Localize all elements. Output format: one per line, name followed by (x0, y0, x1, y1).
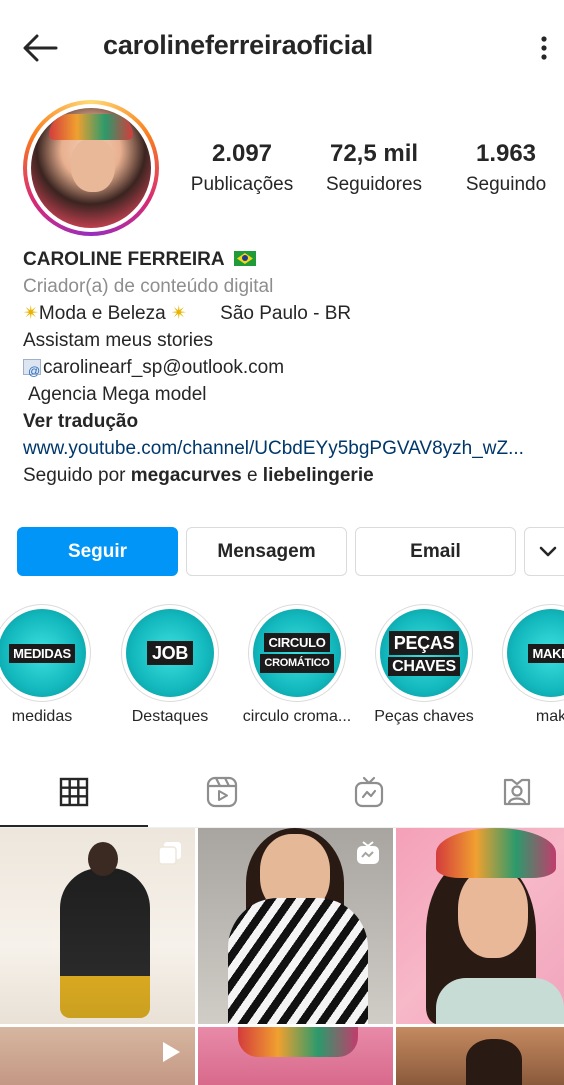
story-highlights: MEDIDAS medidas JOB Destaques CIRCULO CR… (0, 604, 564, 734)
email-button[interactable]: Email (355, 527, 516, 576)
tab-posts-grid[interactable] (3, 758, 144, 826)
post-thumbnail[interactable] (396, 828, 564, 1024)
carousel-icon (158, 842, 181, 865)
posts-stat[interactable]: 2.097 Publicações (182, 140, 302, 196)
more-options-button[interactable] (530, 30, 558, 66)
grid-icon (59, 777, 88, 807)
post-thumbnail[interactable] (198, 828, 393, 1024)
profile-website-link[interactable]: www.youtube.com/channel/UCbdEYy5bgPGVAV8… (23, 435, 553, 462)
bio-line-1: ✴Moda e Beleza ✴ São Paulo - BR (23, 300, 553, 327)
bio-agency: Agencia Mega model (28, 384, 207, 405)
followed-by-user-2: liebelingerie (262, 465, 374, 486)
igtv-icon (354, 776, 383, 808)
arrow-left-icon (23, 34, 58, 62)
highlight-cover: MEDIDAS (0, 609, 86, 697)
followed-by-line[interactable]: Seguido por megacurves e liebelingerie (23, 462, 553, 489)
posts-label: Publicações (190, 174, 294, 195)
igtv-icon (357, 841, 379, 864)
avatar (31, 108, 151, 228)
highlight-cover: JOB (126, 609, 214, 697)
highlight-cover: PEÇAS CHAVES (380, 609, 468, 697)
follow-button[interactable]: Seguir (17, 527, 178, 576)
profile-bio: CAROLINE FERREIRA Criador(a) de conteúdo… (23, 246, 553, 489)
post-thumbnail[interactable] (396, 1027, 564, 1085)
highlight-caption: medidas (11, 708, 73, 725)
profile-username-title: carolineferreiraoficial (103, 30, 374, 60)
posts-count: 2.097 (211, 140, 273, 167)
email-icon (23, 358, 41, 385)
highlight-cover-text: CROMÁTICO (260, 654, 334, 673)
bio-line-2: Assistam meus stories (23, 330, 214, 351)
posts-grid (0, 828, 564, 1085)
bio-email: carolinearf_sp@outlook.com (43, 357, 285, 378)
followers-stat[interactable]: 72,5 mil Seguidores (318, 140, 430, 196)
highlight-caption: Destaques (131, 708, 209, 725)
profile-category: Criador(a) de conteúdo digital (23, 276, 274, 297)
chevron-down-icon (539, 546, 557, 556)
message-button[interactable]: Mensagem (186, 527, 347, 576)
highlight-make[interactable]: MAKE mak (485, 604, 564, 726)
highlight-caption: circulo croma... (242, 708, 352, 725)
tagged-icon (503, 778, 530, 806)
story-ring[interactable] (23, 100, 159, 236)
highlight-cover-text: CIRCULO (264, 633, 330, 652)
sparkle-icon: ✴ (23, 303, 39, 324)
highlight-cover-text: MEDIDAS (9, 643, 75, 663)
highlight-cover: CIRCULO CROMÁTICO (253, 609, 341, 697)
profile-name-line: CAROLINE FERREIRA (23, 246, 553, 273)
bio-location: São Paulo - BR (220, 303, 352, 324)
sparkle-icon: ✴ (170, 303, 187, 324)
highlight-cover-text: MAKE (528, 643, 564, 663)
highlight-cover: MAKE (507, 609, 564, 697)
reels-icon (206, 776, 237, 808)
highlight-circulo-cromatico[interactable]: CIRCULO CROMÁTICO circulo croma... (231, 604, 363, 726)
highlight-cover-text: PEÇAS (388, 630, 460, 655)
following-label: Seguindo (465, 174, 547, 195)
followed-by-user-1: megacurves (130, 465, 242, 486)
active-tab-indicator (0, 825, 148, 827)
following-count: 1.963 (475, 140, 537, 167)
highlight-destaques[interactable]: JOB Destaques (104, 604, 236, 726)
profile-name: CAROLINE FERREIRA (23, 249, 225, 270)
highlight-caption: mak (535, 708, 564, 725)
highlight-caption: Peças chaves (374, 708, 474, 725)
brazil-flag-icon (233, 251, 256, 266)
post-thumbnail[interactable] (0, 828, 195, 1024)
top-bar: carolineferreiraoficial (0, 0, 564, 96)
tab-reels[interactable] (151, 758, 292, 826)
tab-igtv[interactable] (298, 758, 439, 826)
followers-label: Seguidores (325, 174, 423, 195)
bio-email-line: carolinearf_sp@outlook.com (23, 354, 553, 385)
followers-count: 72,5 mil (329, 140, 419, 167)
highlight-cover-text: CHAVES (388, 656, 460, 676)
highlight-cover-text: JOB (146, 641, 194, 665)
bio-line-1-text: Moda e Beleza (38, 303, 166, 324)
highlight-pecas-chaves[interactable]: PEÇAS CHAVES Peças chaves (358, 604, 490, 726)
post-thumbnail[interactable] (0, 1027, 195, 1085)
following-stat[interactable]: 1.963 Seguindo (456, 140, 556, 196)
followed-by-and: e (246, 465, 258, 486)
profile-tabs (0, 758, 564, 828)
tab-tagged[interactable] (446, 758, 564, 826)
followed-by-prefix: Seguido por (23, 465, 126, 486)
back-button[interactable] (20, 30, 60, 66)
video-play-icon (163, 1042, 180, 1062)
post-thumbnail[interactable] (198, 1027, 393, 1085)
suggested-accounts-button[interactable] (524, 527, 564, 576)
highlight-medidas[interactable]: MEDIDAS medidas (0, 604, 108, 726)
see-translation-link[interactable]: Ver tradução (23, 408, 553, 435)
more-vertical-icon (541, 36, 547, 60)
